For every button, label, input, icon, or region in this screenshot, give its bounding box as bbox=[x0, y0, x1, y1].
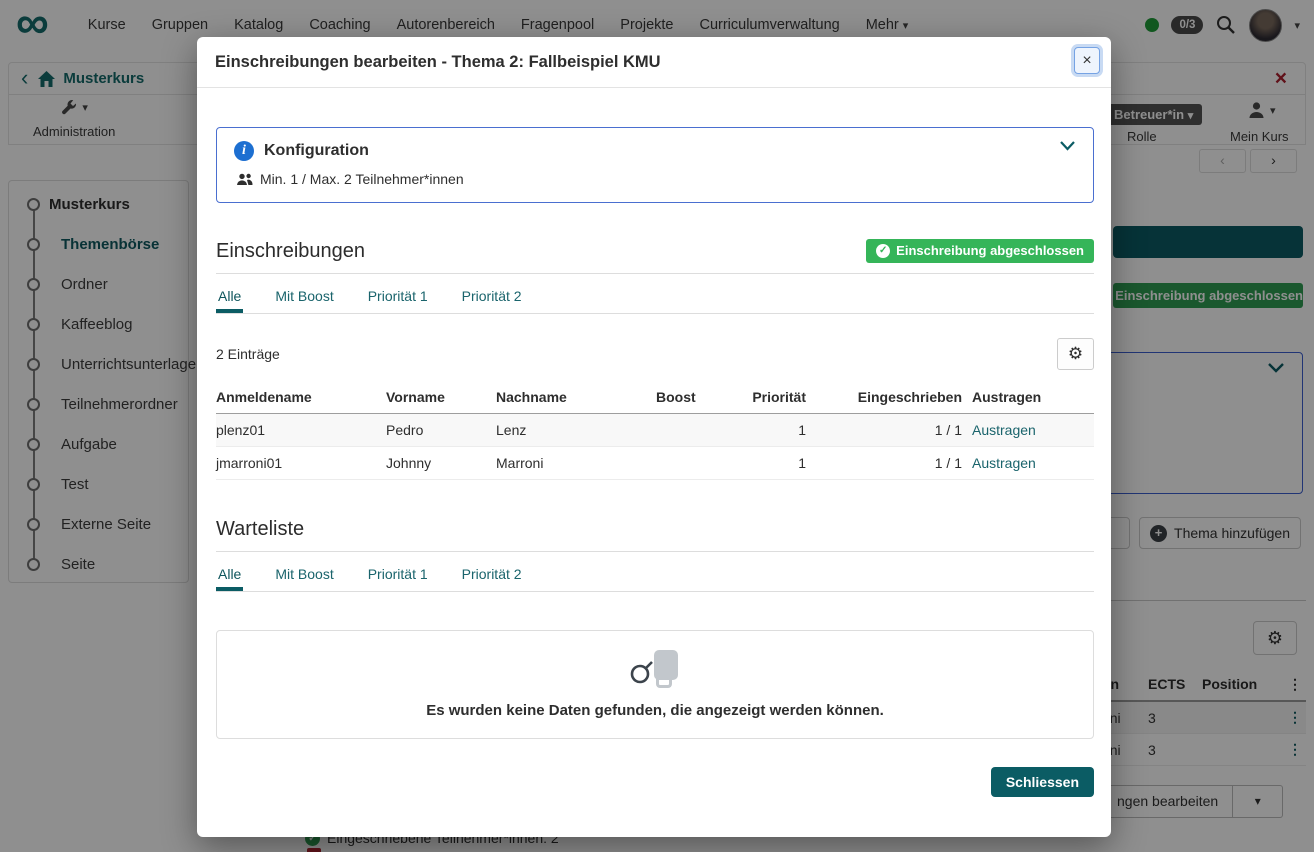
tab-mit-boost[interactable]: Mit Boost bbox=[273, 566, 335, 591]
enrollment-closed-badge: ✓ Einschreibung abgeschlossen bbox=[866, 239, 1094, 263]
dialog-close-icon[interactable]: × bbox=[1074, 47, 1100, 74]
enrollments-section-header: Einschreibungen ✓ Einschreibung abgeschl… bbox=[216, 239, 1094, 274]
col-header-vorname[interactable]: Vorname bbox=[386, 382, 496, 414]
dialog-title: Einschreibungen bearbeiten - Thema 2: Fa… bbox=[215, 53, 661, 72]
dialog-footer: Schliessen bbox=[197, 739, 1111, 797]
no-data-icon bbox=[628, 650, 682, 692]
col-header-anmeldename[interactable]: Anmeldename bbox=[216, 382, 386, 414]
participants-limit: Min. 1 / Max. 2 Teilnehmer*innen bbox=[236, 171, 1076, 187]
tab-prioritaet-1[interactable]: Priorität 1 bbox=[366, 288, 430, 313]
people-icon bbox=[236, 173, 253, 186]
dialog-header: Einschreibungen bearbeiten - Thema 2: Fa… bbox=[197, 37, 1111, 88]
col-header-boost[interactable]: Boost bbox=[656, 382, 721, 414]
enrollments-table: Anmeldename Vorname Nachname Boost Prior… bbox=[216, 382, 1094, 480]
austragen-link[interactable]: Austragen bbox=[972, 422, 1036, 438]
entries-count: 2 Einträge bbox=[216, 346, 280, 362]
col-header-prioritaet[interactable]: Priorität bbox=[721, 382, 806, 414]
waitlist-empty-state: Es wurden keine Daten gefunden, die ange… bbox=[216, 630, 1094, 739]
configuration-title: Konfiguration bbox=[264, 142, 369, 160]
tab-alle[interactable]: Alle bbox=[216, 288, 243, 313]
tab-alle[interactable]: Alle bbox=[216, 566, 243, 591]
schliessen-button[interactable]: Schliessen bbox=[991, 767, 1094, 797]
waitlist-section-header: Warteliste bbox=[216, 518, 1094, 552]
table-settings-button[interactable]: ⚙ bbox=[1057, 338, 1094, 370]
edit-enrollments-dialog: Einschreibungen bearbeiten - Thema 2: Fa… bbox=[197, 37, 1111, 837]
configuration-box: i Konfiguration Min. 1 / Max. 2 Teilnehm… bbox=[216, 127, 1094, 203]
austragen-link[interactable]: Austragen bbox=[972, 455, 1036, 471]
table-row: jmarroni01 Johnny Marroni 1 1 / 1 Austra… bbox=[216, 447, 1094, 480]
screen: ∞ Kurse Gruppen Katalog Coaching Autoren… bbox=[0, 0, 1314, 852]
col-header-austragen: Austragen bbox=[962, 382, 1094, 414]
tab-prioritaet-2[interactable]: Priorität 2 bbox=[460, 566, 524, 591]
col-header-eingeschrieben[interactable]: Eingeschrieben bbox=[806, 382, 962, 414]
empty-state-text: Es wurden keine Daten gefunden, die ange… bbox=[426, 702, 884, 719]
info-icon: i bbox=[234, 141, 254, 161]
waitlist-heading: Warteliste bbox=[216, 518, 304, 541]
enrollments-heading: Einschreibungen bbox=[216, 240, 365, 263]
tab-prioritaet-1[interactable]: Priorität 1 bbox=[366, 566, 430, 591]
table-row: plenz01 Pedro Lenz 1 1 / 1 Austragen bbox=[216, 414, 1094, 447]
enrollments-tabs: Alle Mit Boost Priorität 1 Priorität 2 bbox=[216, 288, 1094, 314]
tab-prioritaet-2[interactable]: Priorität 2 bbox=[460, 288, 524, 313]
tab-mit-boost[interactable]: Mit Boost bbox=[273, 288, 335, 313]
col-header-nachname[interactable]: Nachname bbox=[496, 382, 656, 414]
chevron-down-icon[interactable] bbox=[1060, 141, 1075, 151]
waitlist-tabs: Alle Mit Boost Priorität 1 Priorität 2 bbox=[216, 566, 1094, 592]
check-circle-icon: ✓ bbox=[876, 244, 890, 258]
